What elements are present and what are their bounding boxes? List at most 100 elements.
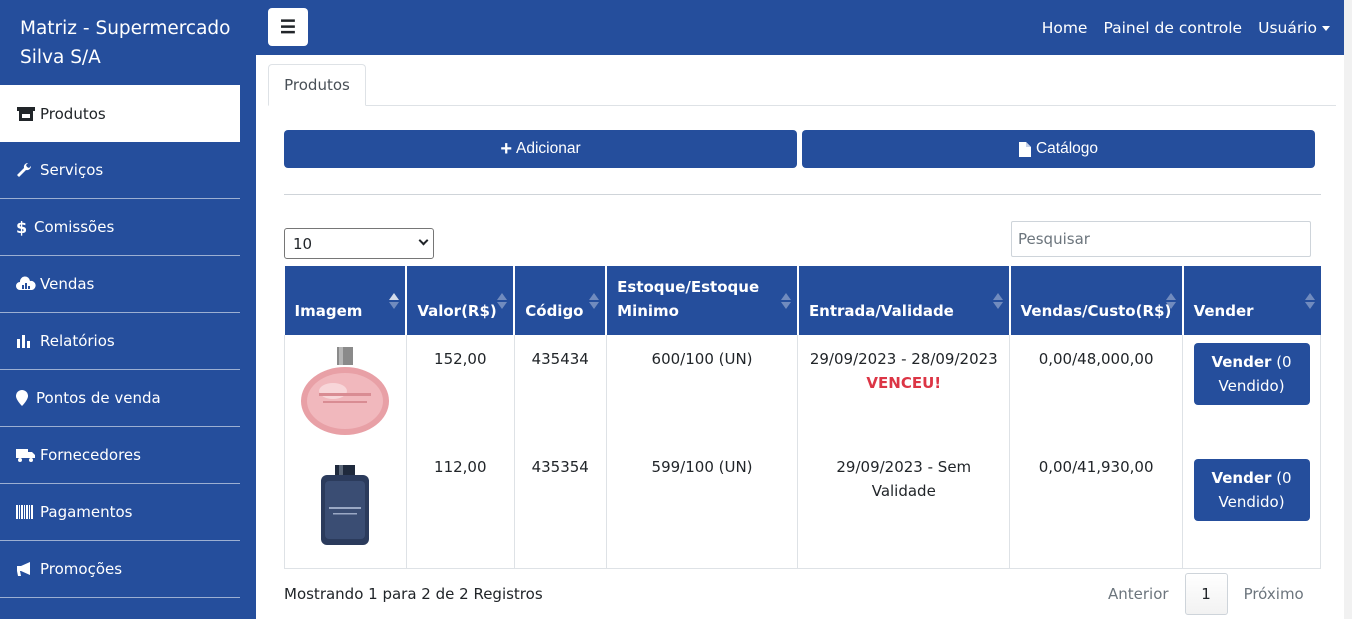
vendas-cell: 0,00/41,930,00 — [1009, 451, 1184, 569]
col-valor[interactable]: Valor(R$) — [406, 266, 516, 335]
sidebar-item-vendas[interactable]: Vendas — [0, 256, 240, 313]
map-marker-icon — [16, 389, 32, 407]
menu-icon: ☰ — [279, 16, 297, 37]
sidebar: Matriz - Supermercado Silva S/A Produtos… — [0, 0, 256, 619]
sidebar-item-label: Serviços — [40, 161, 104, 179]
sort-icon — [780, 293, 791, 309]
user-menu-label: Usuário — [1258, 18, 1317, 37]
sidebar-item-label: Produtos — [40, 104, 106, 123]
megaphone-icon — [16, 560, 36, 578]
table-header-row: Imagem Valor(R$) Código Estoque/Estoque … — [284, 266, 1321, 335]
sidebar-toggle-button[interactable]: ☰ — [268, 8, 308, 46]
truck-icon — [16, 446, 36, 464]
col-entrada[interactable]: Entrada/Validade — [797, 266, 1011, 335]
sell-button-label: Vender — [1211, 353, 1272, 371]
col-label: Estoque/Estoque Minimo — [617, 278, 760, 320]
product-image — [301, 347, 390, 435]
wrench-icon — [16, 161, 36, 179]
products-table: Imagem Valor(R$) Código Estoque/Estoque … — [284, 266, 1321, 569]
sidebar-item-servicos[interactable]: Serviços — [0, 142, 240, 199]
brand-title: Matriz - Supermercado Silva S/A — [20, 18, 231, 68]
add-button-label: Adicionar — [516, 140, 581, 157]
product-image-cell — [284, 451, 407, 569]
search-input[interactable]: Pesquisar — [1011, 221, 1311, 257]
nav-home-link[interactable]: Home — [1042, 19, 1088, 37]
valor-cell: 112,00 — [405, 451, 515, 569]
search-placeholder: Pesquisar — [1018, 230, 1090, 248]
expired-badge: VENCEU! — [866, 374, 942, 392]
dollar-icon: $ — [16, 217, 28, 237]
sidebar-item-label: Promoções — [40, 560, 123, 578]
sort-icon — [1165, 293, 1176, 309]
col-vender[interactable]: Vender — [1182, 266, 1321, 335]
col-label: Código — [525, 302, 584, 320]
codigo-cell: 435354 — [513, 451, 607, 569]
top-navbar: ☰ Home Painel de controle Usuário — [256, 0, 1352, 55]
entrada-dates: 29/09/2023 - 28/09/2023 — [809, 350, 998, 368]
vender-cell: Vender (0 Vendido) — [1182, 335, 1321, 451]
add-button[interactable]: + Adicionar — [284, 130, 797, 168]
pagination: Anterior 1 Próximo — [1092, 573, 1320, 615]
product-image-cell — [284, 335, 407, 451]
sidebar-item-label: Relatórios — [40, 332, 115, 350]
sell-button-label: Vender — [1211, 469, 1272, 487]
page-scrollbar[interactable] — [1344, 0, 1352, 619]
entrada-cell: 29/09/2023 - 28/09/2023 VENCEU! — [797, 335, 1011, 451]
col-label: Vendas/Custo(R$) — [1020, 302, 1172, 320]
sidebar-item-relatorios[interactable]: Relatórios — [0, 313, 240, 370]
vender-cell: Vender (0 Vendido) — [1182, 451, 1321, 569]
sort-icon — [497, 293, 508, 309]
main-content: Produtos + Adicionar Catálogo 10 Pesquis… — [256, 55, 1352, 619]
tab-produtos[interactable]: Produtos — [268, 64, 366, 106]
sidebar-item-fornecedores[interactable]: Fornecedores — [0, 427, 240, 484]
nav-panel-link[interactable]: Painel de controle — [1103, 19, 1242, 37]
entrada-dates: 29/09/2023 - Sem Validade — [836, 458, 972, 500]
barcode-icon — [16, 503, 36, 521]
estoque-cell: 599/100 (UN) — [605, 451, 799, 569]
plus-icon: + — [500, 137, 513, 160]
col-vendas[interactable]: Vendas/Custo(R$) — [1009, 266, 1184, 335]
pagination-next[interactable]: Próximo — [1228, 585, 1320, 603]
sidebar-item-label: Vendas — [40, 275, 95, 293]
sort-icon — [992, 293, 1003, 309]
sell-button[interactable]: Vender (0 Vendido) — [1193, 343, 1310, 405]
col-label: Imagem — [294, 302, 363, 320]
sidebar-item-label: Fornecedores — [40, 446, 141, 464]
sell-button[interactable]: Vender (0 Vendido) — [1193, 459, 1310, 521]
vendas-cell: 0,00/48,000,00 — [1009, 335, 1184, 451]
sidebar-item-pontos-de-venda[interactable]: Pontos de venda — [0, 370, 240, 427]
col-label: Vender — [1193, 302, 1254, 320]
catalog-button-label: Catálogo — [1035, 140, 1099, 157]
col-imagem[interactable]: Imagem — [284, 266, 408, 335]
sidebar-item-comissoes[interactable]: $ Comissões — [0, 199, 240, 256]
table-info: Mostrando 1 para 2 de 2 Registros — [284, 585, 543, 603]
sort-icon — [1304, 293, 1315, 309]
codigo-cell: 435434 — [513, 335, 607, 451]
col-label: Valor(R$) — [417, 302, 497, 320]
file-icon — [1018, 141, 1031, 157]
sort-icon — [389, 293, 400, 309]
valor-cell: 152,00 — [405, 335, 515, 451]
table-row: 152,00 435434 600/100 (UN) 29/09/2023 - … — [284, 335, 1321, 451]
catalog-button[interactable]: Catálogo — [802, 130, 1315, 168]
user-menu[interactable]: Usuário — [1258, 19, 1330, 37]
col-codigo[interactable]: Código — [514, 266, 608, 335]
page-size-select[interactable]: 10 — [284, 228, 434, 259]
page-size-value: 10 — [293, 234, 313, 253]
col-estoque[interactable]: Estoque/Estoque Minimo — [606, 266, 799, 335]
sidebar-item-label: Pontos de venda — [36, 389, 161, 407]
store-icon — [16, 105, 36, 123]
divider — [284, 194, 1321, 195]
sidebar-item-pagamentos[interactable]: Pagamentos — [0, 484, 240, 541]
bar-chart-icon — [16, 332, 36, 350]
entrada-cell: 29/09/2023 - Sem Validade — [797, 451, 1011, 569]
caret-down-icon — [1322, 25, 1330, 31]
pagination-prev[interactable]: Anterior — [1092, 585, 1185, 603]
sidebar-item-promocoes[interactable]: Promoções — [0, 541, 240, 598]
pagination-page[interactable]: 1 — [1184, 573, 1228, 615]
sidebar-item-produtos[interactable]: Produtos — [0, 85, 240, 142]
table-row: 112,00 435354 599/100 (UN) 29/09/2023 - … — [284, 451, 1321, 569]
sidebar-item-label: Pagamentos — [40, 503, 133, 521]
sort-icon — [589, 293, 600, 309]
tabs: Produtos — [268, 64, 1336, 106]
